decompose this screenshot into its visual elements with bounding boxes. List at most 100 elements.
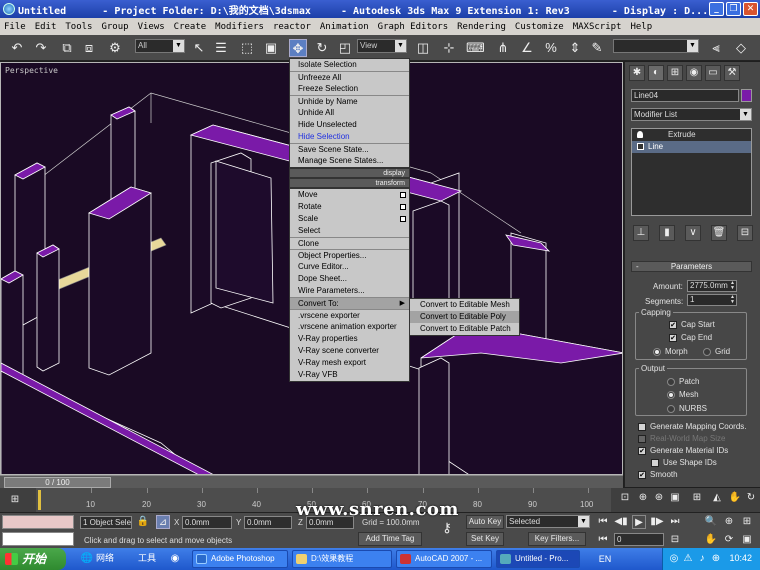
- configure-modifier-sets-icon[interactable]: ⊟: [737, 225, 753, 241]
- window-crossing-icon[interactable]: ▣: [262, 39, 280, 57]
- undo-icon[interactable]: ↶: [8, 39, 26, 57]
- menu-vrscene-animation-exporter[interactable]: .vrscene animation exporter: [290, 321, 409, 333]
- spinner-arrows-icon[interactable]: ▲ ▼: [729, 281, 736, 291]
- settings-box-icon[interactable]: [400, 204, 406, 210]
- x-coordinate-field[interactable]: 0.0mm: [182, 516, 232, 529]
- language-bar-icon[interactable]: EN: [598, 552, 612, 566]
- gen-mapping-checkbox[interactable]: [638, 423, 646, 431]
- keyboard-shortcut-icon[interactable]: ⌨: [466, 39, 485, 57]
- maximize-viewport-icon[interactable]: ⊞: [740, 515, 754, 529]
- menu-help[interactable]: Help: [630, 22, 652, 32]
- orbit-icon[interactable]: ⟳: [722, 533, 736, 547]
- tray-icon-1[interactable]: ◎: [667, 552, 681, 566]
- menu-convert-editable-mesh[interactable]: Convert to Editable Mesh: [410, 299, 519, 311]
- maxscript-listener-white[interactable]: [2, 532, 74, 546]
- select-object-icon[interactable]: ↖: [190, 39, 208, 57]
- field-of-view-icon[interactable]: ◭: [710, 491, 724, 505]
- arc-rotate-icon[interactable]: ↻: [744, 491, 758, 505]
- unlink-icon[interactable]: ⧈: [80, 39, 98, 57]
- menu-hide-selection[interactable]: Hide Selection: [290, 131, 409, 143]
- align-icon[interactable]: ◇: [732, 39, 750, 57]
- scale-icon[interactable]: ◰: [336, 39, 354, 57]
- menu-reactor[interactable]: reactor: [273, 22, 311, 32]
- menu-manage-scene-states[interactable]: Manage Scene States...: [290, 155, 409, 167]
- display-tab-icon[interactable]: ▭: [705, 65, 721, 81]
- manipulate-icon[interactable]: ⊹: [440, 39, 458, 57]
- zoom-all-viewports-icon[interactable]: ⊕: [722, 515, 736, 529]
- menu-isolate-selection[interactable]: Isolate Selection: [290, 59, 409, 71]
- menu-vrscene-exporter[interactable]: .vrscene exporter: [290, 309, 409, 321]
- expand-box-icon[interactable]: [637, 143, 644, 150]
- segments-spinner[interactable]: 1 ▲ ▼: [687, 294, 737, 306]
- menu-tools[interactable]: Tools: [65, 22, 92, 32]
- rectangle-region-icon[interactable]: ⬚: [238, 39, 256, 57]
- mirror-icon[interactable]: ⫷: [707, 39, 725, 57]
- redo-icon[interactable]: ↷: [32, 39, 50, 57]
- stack-item-extrude[interactable]: Extrude: [632, 129, 751, 141]
- taskbar-item-autocad[interactable]: AutoCAD 2007 - ...: [396, 550, 492, 568]
- time-slider[interactable]: 0 / 100: [0, 475, 623, 488]
- menu-vray-mesh-export[interactable]: V-Ray mesh export: [290, 357, 409, 369]
- menu-convert-editable-poly[interactable]: Convert to Editable Poly: [410, 311, 519, 323]
- rotate-icon[interactable]: ↻: [313, 39, 331, 57]
- absolute-mode-icon[interactable]: ⊿: [156, 515, 170, 529]
- start-button[interactable]: 开始: [0, 548, 66, 570]
- utilities-tab-icon[interactable]: ⚒: [724, 65, 740, 81]
- menu-modifiers[interactable]: Modifiers: [215, 22, 264, 32]
- menu-select[interactable]: Select: [290, 225, 409, 237]
- go-to-start-icon[interactable]: ⏮: [596, 515, 610, 529]
- menu-animation[interactable]: Animation: [320, 22, 369, 32]
- add-time-tag-button[interactable]: Add Time Tag: [358, 532, 422, 546]
- named-selection-icon[interactable]: ✎: [588, 39, 606, 57]
- menu-unhide-by-name[interactable]: Unhide by Name: [290, 95, 409, 107]
- close-button[interactable]: ✕: [743, 2, 758, 16]
- curve-editor-icon[interactable]: ⊞: [8, 493, 22, 507]
- quicklaunch-tools[interactable]: 工具: [138, 551, 156, 564]
- menu-vray-scene-converter[interactable]: V-Ray scene converter: [290, 345, 409, 357]
- key-mode-toggle-icon[interactable]: ⏮: [596, 533, 610, 547]
- volume-icon[interactable]: ♪: [695, 552, 709, 566]
- zoom-region-icon[interactable]: 🔍: [704, 515, 718, 529]
- object-name-field[interactable]: Line04: [631, 89, 739, 102]
- menu-move[interactable]: Move: [290, 189, 409, 201]
- morph-radio[interactable]: [653, 348, 661, 356]
- y-coordinate-field[interactable]: 0.0mm: [244, 516, 292, 529]
- lock-icon[interactable]: 🔒: [136, 515, 150, 529]
- key-mode-dropdown[interactable]: Selected ▼: [506, 515, 590, 528]
- auto-key-button[interactable]: Auto Key: [466, 515, 504, 529]
- minimize-button[interactable]: _: [709, 2, 724, 16]
- time-configuration-icon[interactable]: ⊟: [668, 533, 682, 547]
- menu-dope-sheet[interactable]: Dope Sheet...: [290, 273, 409, 285]
- pan-icon[interactable]: ✋: [728, 491, 742, 505]
- smooth-checkbox[interactable]: ✔: [638, 471, 646, 479]
- menu-vray-properties[interactable]: V-Ray properties: [290, 333, 409, 345]
- patch-radio[interactable]: [667, 378, 675, 386]
- previous-frame-icon[interactable]: ◀▮: [614, 515, 628, 529]
- menu-graph-editors[interactable]: Graph Editors: [378, 22, 448, 32]
- grid-radio[interactable]: [703, 348, 711, 356]
- settings-box-icon[interactable]: [400, 216, 406, 222]
- menu-file[interactable]: File: [4, 22, 26, 32]
- remove-modifier-icon[interactable]: 🗑: [711, 225, 727, 241]
- tray-icon-3[interactable]: ⊕: [709, 552, 723, 566]
- stack-item-line[interactable]: Line: [632, 141, 751, 153]
- menu-save-scene-state[interactable]: Save Scene State...: [290, 143, 409, 155]
- menu-customize[interactable]: Customize: [515, 22, 564, 32]
- current-frame-field[interactable]: 0: [614, 533, 664, 546]
- menu-clone[interactable]: Clone: [290, 237, 409, 249]
- menu-rendering[interactable]: Rendering: [457, 22, 506, 32]
- pin-stack-icon[interactable]: ⊥: [633, 225, 649, 241]
- set-key-button[interactable]: Set Key: [466, 532, 504, 546]
- object-color-swatch[interactable]: [741, 89, 752, 102]
- key-filters-button[interactable]: Key Filters...: [528, 532, 586, 546]
- selection-filter-dropdown[interactable]: All ▼: [135, 39, 185, 53]
- menu-curve-editor[interactable]: Curve Editor...: [290, 261, 409, 273]
- move-icon[interactable]: ✥: [289, 39, 307, 57]
- lock-selection-icon[interactable]: ⊡: [618, 491, 632, 505]
- taskbar-item-3dsmax[interactable]: Untitled - Pro...: [496, 550, 580, 568]
- hierarchy-tab-icon[interactable]: ⊞: [667, 65, 683, 81]
- menu-object-properties[interactable]: Object Properties...: [290, 249, 409, 261]
- lightbulb-icon[interactable]: [637, 131, 643, 138]
- menu-vray-vfb[interactable]: V-Ray VFB: [290, 369, 409, 381]
- percent-snap-icon[interactable]: %: [542, 39, 560, 57]
